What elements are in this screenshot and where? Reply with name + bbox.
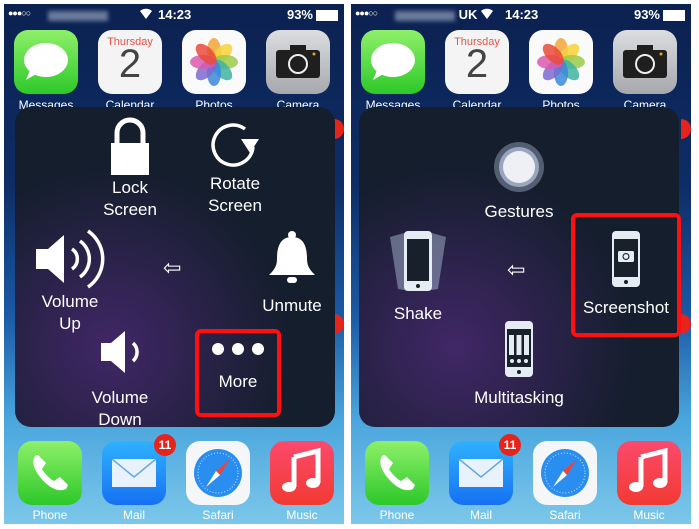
unmute-button[interactable]: Unmute (247, 229, 337, 317)
safari-icon (194, 449, 242, 497)
rotate-screen-button[interactable]: Rotate Screen (190, 117, 280, 217)
gestures-button[interactable]: Gestures (469, 139, 569, 223)
signal-icon: ●●●○○ (8, 8, 31, 18)
battery-indicator: 93% (634, 7, 685, 22)
photos-icon (537, 38, 585, 86)
status-bar: ●●●○○ 14:23 93% (4, 4, 344, 26)
battery-icon (663, 10, 685, 22)
rotate-screen-label-1: Rotate (209, 174, 261, 193)
volume-up-button[interactable]: Volume Up (25, 227, 115, 335)
volume-down-label-2: Down (98, 410, 142, 429)
signal-icon: ●●●○○ (355, 8, 378, 18)
app-label: Phone (32, 508, 68, 522)
bell-icon (269, 231, 315, 283)
badge-edge (681, 314, 691, 334)
safari-icon (541, 449, 589, 497)
messages-icon (371, 43, 415, 80)
phone-icon (33, 455, 68, 491)
rotate-screen-label-2: Screen (208, 196, 262, 215)
carrier-name (48, 7, 108, 22)
badge-edge (681, 119, 691, 139)
rotate-icon (211, 123, 259, 167)
music-app-icon[interactable] (270, 441, 334, 505)
back-arrow-icon[interactable]: ⇦ (507, 257, 525, 283)
screenshot-icon (612, 231, 640, 287)
back-arrow-icon[interactable]: ⇦ (163, 255, 181, 281)
camera-app-icon[interactable] (266, 30, 330, 94)
app-label: Music (633, 508, 665, 522)
carrier-name: UK (395, 7, 477, 22)
phone-screen-left: ●●●○○ 14:23 93% Thursday 2 Messages Cale… (4, 4, 344, 524)
wifi-icon (138, 6, 154, 23)
app-label: Mail (122, 508, 145, 522)
photos-icon (190, 38, 238, 86)
messages-app-icon[interactable] (361, 30, 425, 94)
app-label: Mail (469, 508, 492, 522)
multitasking-icon (505, 321, 533, 377)
shake-label: Shake (393, 304, 443, 323)
calendar-app-icon[interactable]: Thursday 2 (98, 30, 162, 94)
volume-down-label-1: Volume (91, 388, 149, 407)
more-label: More (218, 372, 258, 391)
camera-app-icon[interactable] (613, 30, 677, 94)
lock-screen-label-1: Lock (112, 178, 148, 197)
phone-app-icon[interactable] (365, 441, 429, 505)
camera-icon (623, 45, 667, 78)
app-label: Music (286, 508, 318, 522)
volume-down-button[interactable]: Volume Down (75, 329, 165, 431)
music-app-icon[interactable] (617, 441, 681, 505)
volume-down-icon (101, 331, 139, 373)
assistive-touch-menu: Lock Screen Rotate Screen Volume Up ⇦ Un… (15, 107, 337, 429)
shake-icon (390, 231, 446, 291)
phone-screen-right: ●●●○○ UK 14:23 93% Thursday 2 Messages C… (351, 4, 691, 524)
screenshot-label: Screenshot (583, 298, 669, 317)
lock-icon (111, 117, 149, 175)
calendar-date: 2 (465, 42, 489, 86)
camera-icon (276, 45, 320, 78)
wifi-icon (479, 6, 495, 23)
safari-app-icon[interactable] (533, 441, 597, 505)
battery-icon (316, 10, 338, 22)
lock-screen-label-2: Screen (103, 200, 157, 219)
status-time: 14:23 (158, 7, 192, 22)
assistive-touch-submenu: Gestures Shake ⇦ Screenshot Multitasking (359, 107, 681, 427)
app-label: Safari (202, 508, 234, 522)
multitasking-button[interactable]: Multitasking (459, 321, 579, 409)
app-label: Safari (549, 508, 581, 522)
music-icon (629, 447, 668, 492)
shake-button[interactable]: Shake (373, 229, 463, 325)
more-dots-icon (212, 343, 264, 355)
status-time: 14:23 (505, 7, 539, 22)
badge-edge (334, 119, 344, 139)
safari-app-icon[interactable] (186, 441, 250, 505)
music-icon (282, 447, 321, 492)
status-bar: ●●●○○ UK 14:23 93% (351, 4, 691, 26)
volume-up-icon (36, 229, 105, 289)
battery-indicator: 93% (287, 7, 338, 22)
photos-app-icon[interactable] (529, 30, 593, 94)
badge-edge (334, 314, 344, 334)
more-button[interactable]: More (195, 341, 281, 393)
phone-icon (380, 455, 415, 491)
calendar-app-icon[interactable]: Thursday 2 (445, 30, 509, 94)
unmute-label: Unmute (262, 296, 322, 315)
photos-app-icon[interactable] (182, 30, 246, 94)
messages-app-icon[interactable] (14, 30, 78, 94)
messages-icon (24, 43, 68, 80)
phone-app-icon[interactable] (18, 441, 82, 505)
screenshot-button[interactable]: Screenshot (571, 231, 681, 319)
calendar-date: 2 (118, 42, 142, 86)
gestures-icon (494, 142, 544, 192)
app-label: Phone (379, 508, 415, 522)
gestures-label: Gestures (484, 202, 554, 221)
volume-up-label-1: Volume (41, 292, 99, 311)
lock-screen-button[interactable]: Lock Screen (85, 117, 175, 221)
mail-badge: 11 (154, 434, 176, 456)
mail-badge: 11 (499, 434, 521, 456)
multitasking-label: Multitasking (474, 388, 564, 407)
